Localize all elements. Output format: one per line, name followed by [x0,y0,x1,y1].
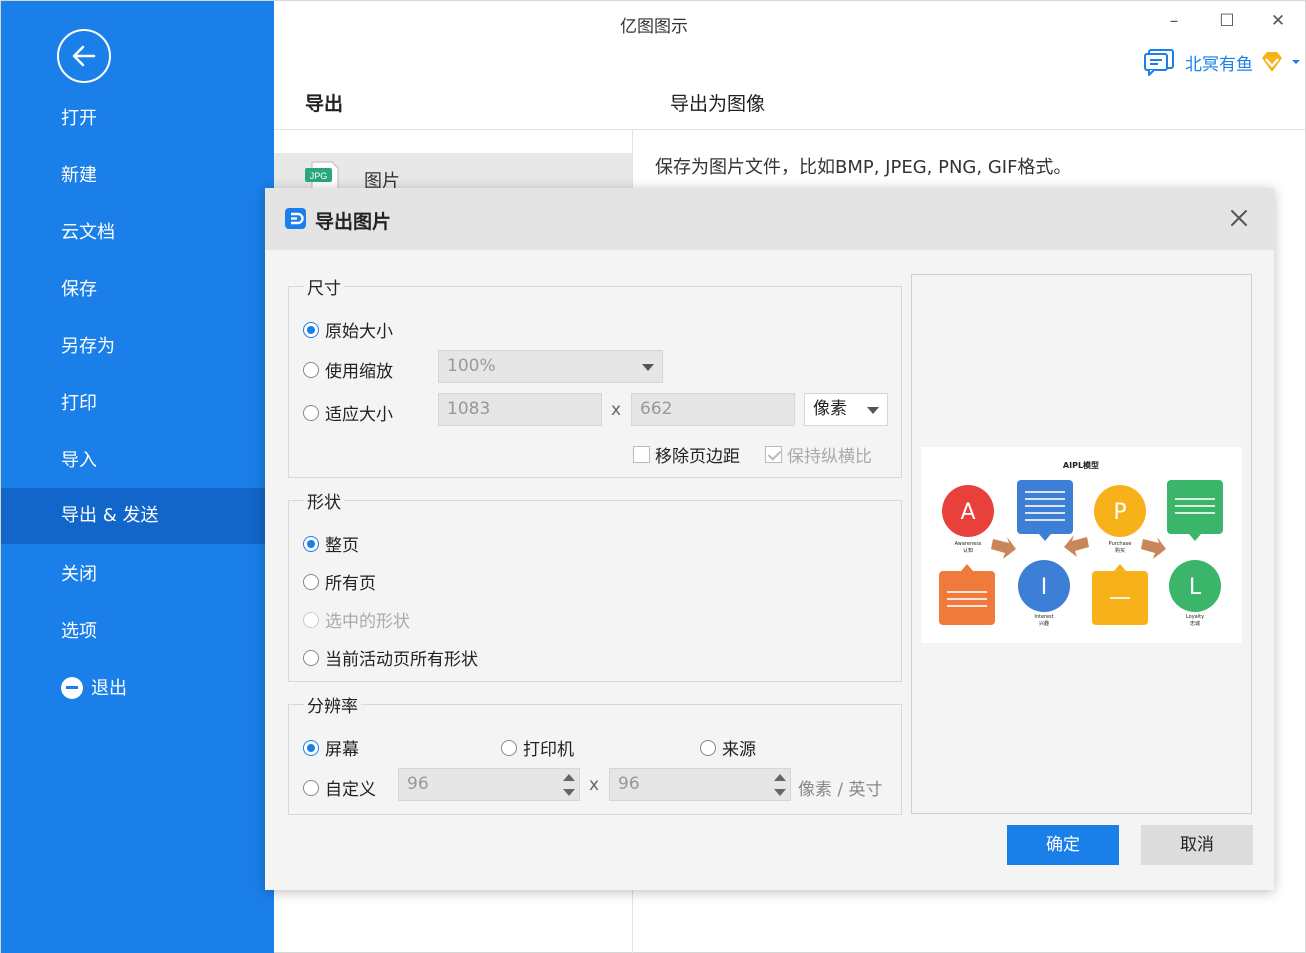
svg-text:购买: 购买 [1115,547,1125,554]
export-as-image-header: 导出为图像 [670,93,766,115]
sidebar-item-print[interactable]: 打印 [1,376,274,432]
back-button[interactable] [57,29,111,83]
remove-margin-checkbox[interactable]: 移除页边距 [633,442,740,467]
chevron-down-icon [642,364,654,371]
radio-original-size[interactable]: 原始大小 [303,317,393,342]
radio-selected-shapes[interactable]: 选中的形状 [303,607,410,632]
sidebar-item-options[interactable]: 选项 [1,604,274,660]
sidebar-item-export[interactable]: 导出 & 发送 [1,488,274,544]
radio-current-page-shapes[interactable]: 当前活动页所有形状 [303,645,478,670]
svg-text:JPG: JPG [310,171,328,181]
preview-title: AIPL模型 [1063,460,1099,470]
sidebar-item-import[interactable]: 导入 [1,433,274,489]
radio-screen[interactable]: 屏幕 [303,735,359,760]
minimize-button[interactable]: – [1159,9,1189,33]
dpi-y-input[interactable]: 96 [609,768,791,801]
size-group-title: 尺寸 [304,274,344,299]
width-input[interactable]: 1083 [438,393,602,426]
preview-image: AIPL模型 A Awareness 认知 I Interest 兴趣 P Pu… [921,447,1242,643]
radio-use-zoom[interactable]: 使用缩放 [303,357,393,382]
shape-group-title: 形状 [304,488,344,513]
svg-text:忠诚: 忠诚 [1190,620,1200,627]
svg-text:Interest: Interest [1034,614,1053,620]
keep-ratio-checkbox[interactable]: 保持纵横比 [765,442,872,467]
svg-text:Purchase: Purchase [1109,541,1132,547]
panel-divider [274,129,1306,130]
dpi-x-input[interactable]: 96 [398,768,580,801]
dpi-unit-label: 像素 / 英寸 [798,780,883,800]
jpg-file-icon: JPG [305,161,339,191]
sidebar-item-exit[interactable]: 退出 [1,661,274,717]
radio-custom[interactable]: 自定义 [303,775,376,800]
exit-icon [61,676,83,699]
svg-text:A: A [960,500,975,525]
svg-text:P: P [1113,500,1126,525]
svg-text:Awareness: Awareness [955,541,982,547]
user-area[interactable]: 北冥有鱼 [1143,47,1301,77]
message-icon[interactable] [1143,48,1175,76]
preview-pane: AIPL模型 A Awareness 认知 I Interest 兴趣 P Pu… [911,274,1252,814]
dialog-header: 导出图片 [265,188,1274,250]
app-title: 亿图图示 [620,17,688,37]
svg-text:L: L [1189,575,1202,600]
ok-button[interactable]: 确定 [1007,825,1119,865]
radio-source[interactable]: 来源 [700,735,756,760]
spinner-arrows-icon[interactable] [563,772,575,798]
vip-diamond-icon [1262,52,1282,72]
sidebar-item-exit-label: 退出 [91,678,127,699]
app-logo-icon [285,208,306,229]
height-input[interactable]: 662 [631,393,795,426]
maximize-button[interactable]: ☐ [1212,9,1242,33]
radio-all-pages[interactable]: 所有页 [303,569,376,594]
user-name[interactable]: 北冥有鱼 [1185,50,1253,75]
radio-fit-size[interactable]: 适应大小 [303,400,393,425]
svg-text:兴趣: 兴趣 [1039,620,1049,627]
arrow-left-icon [72,45,96,67]
format-description: 保存为图片文件，比如BMP, JPEG, PNG, GIF格式。 [655,157,1072,178]
radio-whole-page[interactable]: 整页 [303,531,359,556]
export-panel-header: 导出 [305,93,344,115]
sidebar-item-new[interactable]: 新建 [1,148,274,204]
unit-select[interactable]: 像素 [804,393,888,426]
radio-printer[interactable]: 打印机 [501,735,574,760]
resolution-group: 分辨率 屏幕 打印机 来源 自定义 96 x 96 像素 / 英寸 [288,692,902,815]
spinner-arrows-icon[interactable] [774,772,786,798]
sidebar-item-save-as[interactable]: 另存为 [1,319,274,375]
format-item-image[interactable]: JPG 图片 [274,153,632,193]
export-image-dialog: 导出图片 尺寸 原始大小 使用缩放 100% 适应大小 1083 x 662 像… [265,188,1274,890]
shape-group: 形状 整页 所有页 选中的形状 当前活动页所有形状 [288,488,902,682]
sidebar-item-save[interactable]: 保存 [1,262,274,318]
svg-text:认知: 认知 [963,547,973,554]
aipl-diagram: AIPL模型 A Awareness 认知 I Interest 兴趣 P Pu… [939,460,1223,627]
sidebar-item-cloud[interactable]: 云文档 [1,205,274,261]
dialog-close-icon[interactable] [1227,206,1251,230]
resolution-group-title: 分辨率 [304,692,361,717]
close-window-button[interactable]: ✕ [1263,9,1293,33]
chevron-down-icon [867,407,879,414]
sidebar-item-close[interactable]: 关闭 [1,547,274,603]
cancel-button[interactable]: 取消 [1141,825,1253,865]
svg-text:I: I [1041,575,1048,600]
svg-text:Loyalty: Loyalty [1186,614,1204,620]
zoom-select[interactable]: 100% [438,350,663,383]
file-sidebar: 打开 新建 云文档 保存 另存为 打印 导入 导出 & 发送 关闭 选项 退出 [1,1,274,953]
chevron-down-icon[interactable] [1291,58,1301,66]
sidebar-item-open[interactable]: 打开 [1,91,274,147]
times-sign: x [589,775,600,795]
times-sign: x [611,400,622,420]
size-group: 尺寸 原始大小 使用缩放 100% 适应大小 1083 x 662 像素 移除页… [288,274,902,478]
dialog-title: 导出图片 [315,211,392,233]
app-window: 打开 新建 云文档 保存 另存为 打印 导入 导出 & 发送 关闭 选项 退出 … [0,0,1306,953]
